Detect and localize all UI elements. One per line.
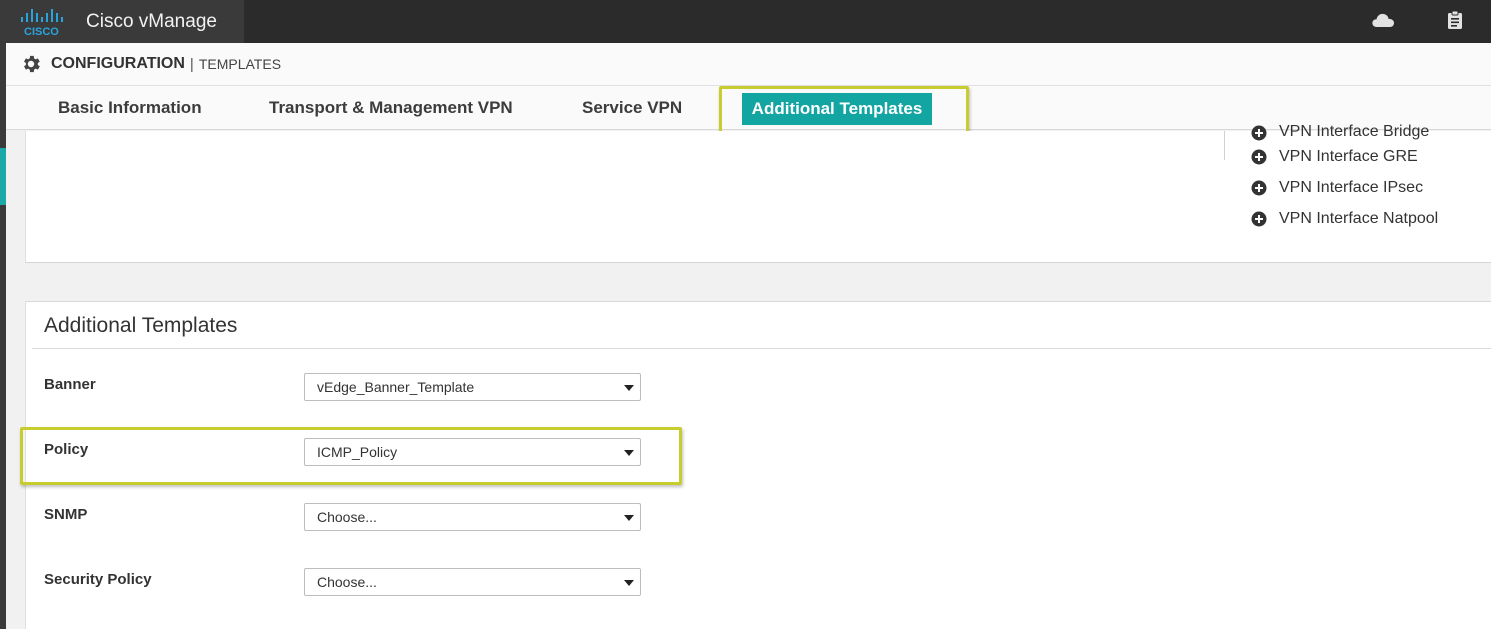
clipboard-icon[interactable] bbox=[1447, 10, 1463, 30]
security-policy-select[interactable]: Choose... bbox=[304, 568, 641, 596]
banner-label: Banner bbox=[44, 376, 96, 393]
breadcrumb-separator: | bbox=[189, 55, 194, 73]
tab-transport-management-vpn[interactable]: Transport & Management VPN bbox=[269, 98, 513, 118]
list-item[interactable]: VPN Interface GRE bbox=[1251, 141, 1438, 172]
top-actions bbox=[1371, 10, 1463, 30]
vpn-template-list: VPN Interface Bridge VPN Interface GRE V… bbox=[1251, 121, 1438, 234]
app-title: Cisco vManage bbox=[86, 10, 217, 32]
vpn-item-label: VPN Interface IPsec bbox=[1279, 178, 1424, 196]
banner-select-value: vEdge_Banner_Template bbox=[317, 379, 475, 395]
section-title: Additional Templates bbox=[44, 314, 238, 337]
vpn-item-label: VPN Interface GRE bbox=[1279, 147, 1418, 165]
vpn-item-label: VPN Interface Bridge bbox=[1279, 123, 1430, 140]
plus-circle-icon bbox=[1251, 125, 1267, 141]
left-nav-rail bbox=[0, 43, 6, 629]
policy-highlight-box bbox=[20, 427, 682, 485]
snmp-label: SNMP bbox=[44, 506, 88, 523]
page-title: CONFIGURATION bbox=[51, 55, 185, 72]
list-item[interactable]: VPN Interface Bridge bbox=[1251, 121, 1438, 141]
security-policy-label: Security Policy bbox=[44, 571, 152, 588]
tab-service-vpn[interactable]: Service VPN bbox=[582, 98, 682, 118]
gear-icon bbox=[24, 55, 40, 73]
section-divider bbox=[32, 348, 1491, 349]
cisco-logo: CISCO bbox=[21, 8, 63, 37]
chevron-down-icon bbox=[624, 515, 634, 521]
additional-templates-card: Additional Templates Banner vEdge_Banner… bbox=[20, 301, 1491, 629]
page-header: CONFIGURATION | TEMPLATES bbox=[6, 43, 1491, 86]
list-item[interactable]: VPN Interface Natpool bbox=[1251, 203, 1438, 234]
banner-select[interactable]: vEdge_Banner_Template bbox=[304, 373, 641, 401]
tab-highlight-box bbox=[719, 86, 969, 134]
column-divider bbox=[1224, 131, 1225, 160]
cloud-icon[interactable] bbox=[1371, 12, 1395, 28]
snmp-select-value: Choose... bbox=[317, 509, 377, 525]
chevron-down-icon bbox=[624, 385, 634, 391]
security-policy-select-value: Choose... bbox=[317, 574, 377, 590]
left-nav-active-indicator bbox=[0, 148, 6, 205]
brand[interactable]: CISCO Cisco vManage bbox=[0, 0, 244, 43]
page-subtitle[interactable]: TEMPLATES bbox=[199, 56, 281, 72]
plus-circle-icon bbox=[1251, 180, 1267, 195]
plus-circle-icon bbox=[1251, 211, 1267, 226]
cisco-logo-text: CISCO bbox=[24, 26, 59, 37]
top-bar: CISCO Cisco vManage bbox=[0, 0, 1491, 43]
chevron-down-icon bbox=[624, 580, 634, 586]
tab-basic-information[interactable]: Basic Information bbox=[58, 98, 202, 118]
plus-circle-icon bbox=[1251, 149, 1267, 164]
list-item[interactable]: VPN Interface IPsec bbox=[1251, 172, 1438, 203]
vpn-item-label: VPN Interface Natpool bbox=[1279, 209, 1439, 227]
snmp-select[interactable]: Choose... bbox=[304, 503, 641, 531]
service-vpn-card: VPN Interface Bridge VPN Interface GRE V… bbox=[25, 123, 1491, 263]
